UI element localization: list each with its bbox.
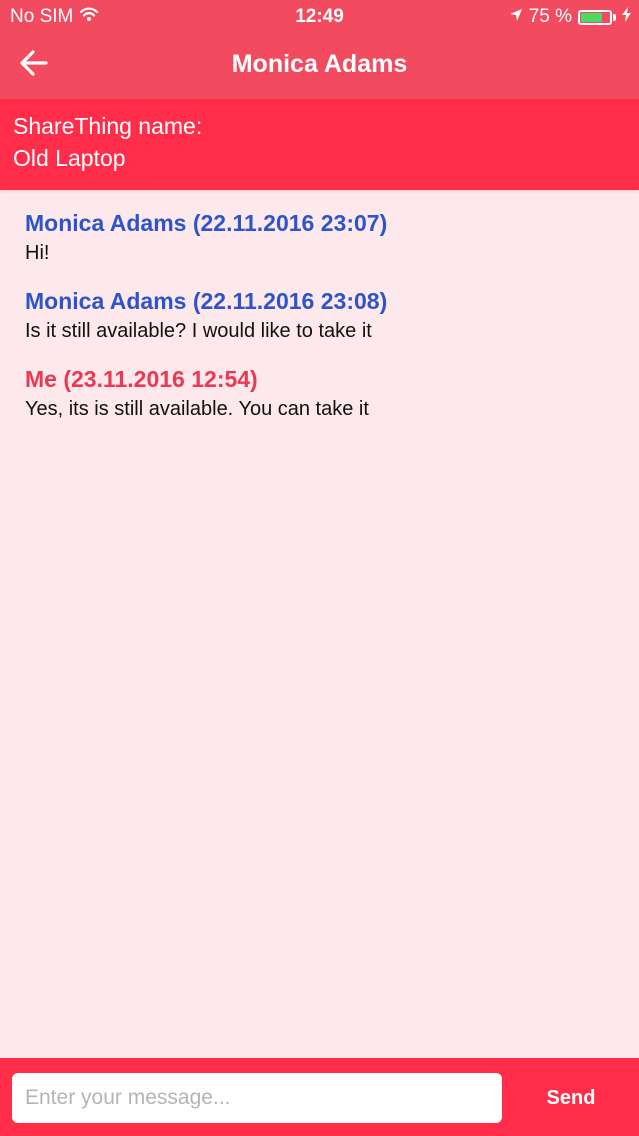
location-arrow-icon	[509, 6, 523, 28]
message-sender: Me (23.11.2016 12:54)	[25, 366, 258, 392]
message-input[interactable]	[12, 1073, 502, 1123]
message-text: Is it still available? I would like to t…	[25, 320, 372, 342]
nav-bar: Monica Adams	[0, 33, 639, 99]
sharething-name-value: Old Laptop	[13, 145, 126, 171]
battery-fill	[581, 12, 602, 22]
send-button[interactable]: Send	[515, 1073, 627, 1123]
battery-percent: 75 %	[528, 6, 572, 27]
sharething-header: ShareThing name: Old Laptop	[0, 99, 639, 190]
message-text: Yes, its is still available. You can tak…	[25, 398, 369, 420]
battery-cap	[613, 13, 616, 21]
message-composer: Send	[0, 1058, 639, 1136]
charging-bolt-icon	[622, 6, 631, 28]
message-sender: Monica Adams (22.11.2016 23:07)	[25, 210, 388, 236]
message-item: Monica Adams (22.11.2016 23:08) Is it st…	[25, 288, 387, 343]
sharething-name-label: ShareThing name:	[13, 113, 203, 139]
page-title: Monica Adams	[231, 50, 408, 78]
chat-screen: No SIM 12:49 75 % Monica Adams ShareThin…	[0, 0, 639, 1136]
battery-icon	[578, 9, 612, 25]
message-item: Me (23.11.2016 12:54) Yes, its is still …	[25, 366, 369, 421]
message-text: Hi!	[25, 242, 50, 264]
message-list[interactable]: Monica Adams (22.11.2016 23:07) Hi! Moni…	[0, 190, 639, 1058]
message-sender: Monica Adams (22.11.2016 23:08)	[25, 288, 388, 314]
message-item: Monica Adams (22.11.2016 23:07) Hi!	[25, 210, 387, 265]
status-bar: No SIM 12:49 75 %	[0, 0, 639, 33]
status-right: 75 %	[509, 6, 631, 28]
